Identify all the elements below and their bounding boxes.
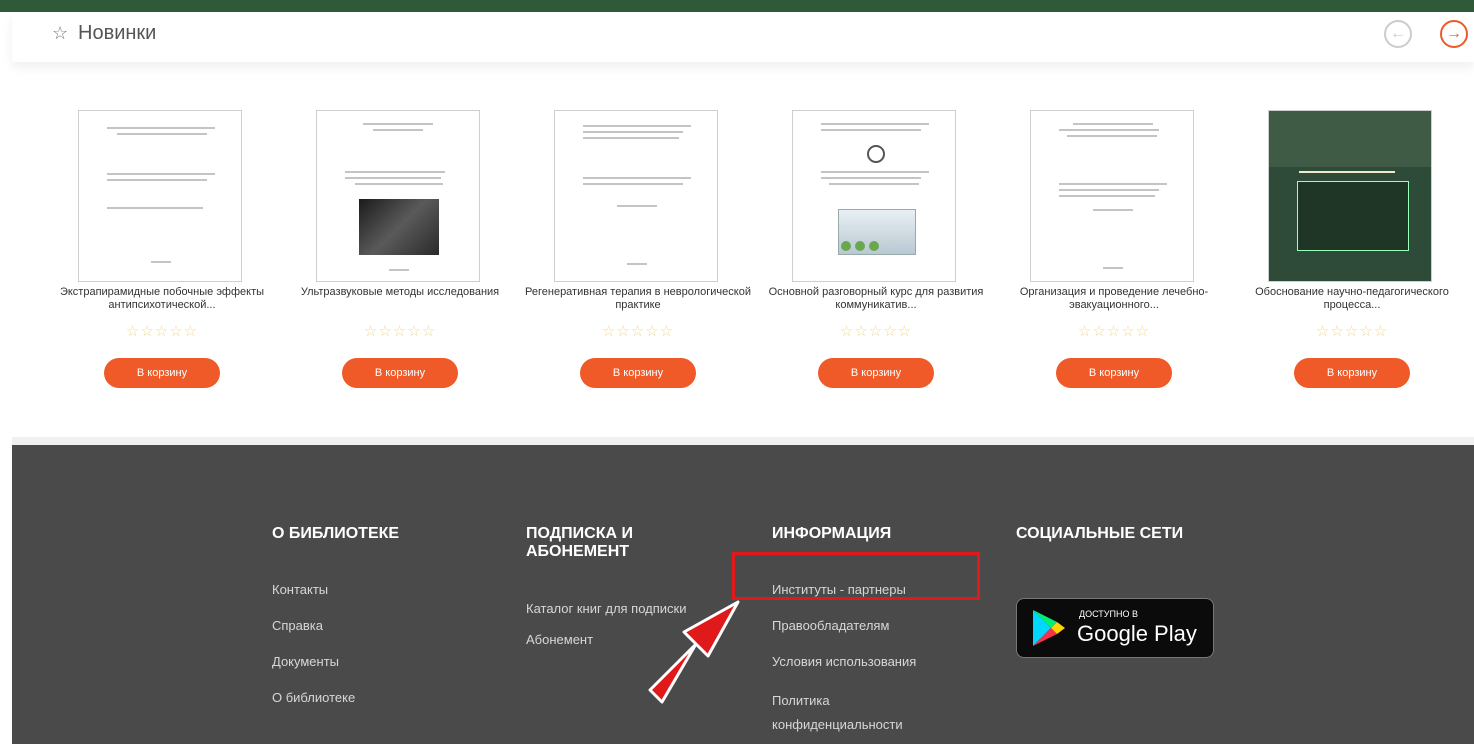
footer-about-heading: О БИБЛИОТЕКЕ bbox=[272, 525, 400, 542]
news-header: ☆ Новинки ← → bbox=[12, 12, 1474, 62]
add-to-cart-button[interactable]: В корзину bbox=[104, 358, 220, 388]
rating-stars[interactable]: ☆☆☆☆☆ bbox=[1232, 322, 1472, 340]
rating-stars[interactable]: ☆☆☆☆☆ bbox=[518, 322, 758, 340]
book-cover[interactable] bbox=[792, 110, 956, 282]
book-title[interactable]: Организация и проведение лечебно-эвакуац… bbox=[994, 286, 1234, 312]
book-card: Организация и проведение лечебно-эвакуац… bbox=[994, 110, 1234, 410]
book-card: Ультразвуковые методы исследования ☆☆☆☆☆… bbox=[280, 110, 520, 410]
next-arrow-icon[interactable]: → bbox=[1440, 20, 1468, 48]
star-icon: ☆ bbox=[52, 23, 69, 43]
footer-link-help[interactable]: Справка bbox=[272, 617, 399, 635]
book-cover[interactable] bbox=[554, 110, 718, 282]
rating-stars[interactable]: ☆☆☆☆☆ bbox=[994, 322, 1234, 340]
news-title-label: Новинки bbox=[78, 22, 157, 44]
emblem-icon bbox=[867, 145, 885, 163]
book-title[interactable]: Обоснование научно-педагогического проце… bbox=[1232, 286, 1472, 312]
book-title[interactable]: Экстрапирамидные побочные эффекты антипс… bbox=[42, 286, 282, 312]
top-band bbox=[0, 0, 1474, 12]
prev-arrow-icon[interactable]: ← bbox=[1384, 20, 1412, 48]
cover-panel-image bbox=[1297, 181, 1409, 251]
footer-about-column: О БИБЛИОТЕКЕ Контакты Справка Документы … bbox=[272, 525, 399, 707]
book-title[interactable]: Регенеративная терапия в неврологической… bbox=[518, 286, 758, 312]
news-section-title: ☆ Новинки bbox=[52, 22, 156, 45]
rating-stars[interactable]: ☆☆☆☆☆ bbox=[280, 322, 520, 340]
book-card: Экстрапирамидные побочные эффекты антипс… bbox=[42, 110, 282, 410]
book-cover[interactable] bbox=[78, 110, 242, 282]
google-play-icon bbox=[1033, 610, 1065, 646]
footer-info-heading: ИНФОРМАЦИЯ bbox=[772, 525, 892, 542]
footer-link-terms[interactable]: Условия использования bbox=[772, 653, 992, 671]
section-divider bbox=[12, 437, 1474, 445]
highlight-box bbox=[732, 552, 980, 600]
cover-ultrasound-image bbox=[359, 199, 439, 255]
book-title[interactable]: Основной разговорный курс для развития к… bbox=[756, 286, 996, 312]
footer-social-heading: СОЦИАЛЬНЫЕ СЕТИ bbox=[1016, 525, 1184, 542]
rating-stars[interactable]: ☆☆☆☆☆ bbox=[756, 322, 996, 340]
add-to-cart-button[interactable]: В корзину bbox=[580, 358, 696, 388]
footer-link-privacy[interactable]: Политика конфиденциальности bbox=[772, 689, 942, 737]
footer-link-about[interactable]: О библиотеке bbox=[272, 689, 399, 707]
google-play-badge[interactable]: ДОСТУПНО В Google Play bbox=[1016, 598, 1214, 658]
add-to-cart-button[interactable]: В корзину bbox=[342, 358, 458, 388]
footer-link-documents[interactable]: Документы bbox=[272, 653, 399, 671]
red-arrow-icon bbox=[648, 600, 740, 704]
book-card: Регенеративная терапия в неврологической… bbox=[518, 110, 758, 410]
footer-subscription-heading: ПОДПИСКА И АБОНЕМЕНТ bbox=[526, 525, 633, 560]
footer-social-column: СОЦИАЛЬНЫЕ СЕТИ bbox=[1016, 525, 1183, 543]
rating-stars[interactable]: ☆☆☆☆☆ bbox=[42, 322, 282, 340]
book-cover[interactable] bbox=[316, 110, 480, 282]
book-card: Обоснование научно-педагогического проце… bbox=[1232, 110, 1472, 410]
google-play-label: Google Play bbox=[1077, 621, 1197, 646]
google-play-small-label: ДОСТУПНО В bbox=[1079, 609, 1138, 619]
book-title[interactable]: Ультразвуковые методы исследования bbox=[280, 286, 520, 299]
footer-link-contacts[interactable]: Контакты bbox=[272, 581, 399, 599]
book-cover[interactable] bbox=[1268, 110, 1432, 282]
add-to-cart-button[interactable]: В корзину bbox=[818, 358, 934, 388]
add-to-cart-button[interactable]: В корзину bbox=[1056, 358, 1172, 388]
book-cover[interactable] bbox=[1030, 110, 1194, 282]
book-card: Основной разговорный курс для развития к… bbox=[756, 110, 996, 410]
add-to-cart-button[interactable]: В корзину bbox=[1294, 358, 1410, 388]
footer-link-rightholders[interactable]: Правообладателям bbox=[772, 617, 992, 635]
